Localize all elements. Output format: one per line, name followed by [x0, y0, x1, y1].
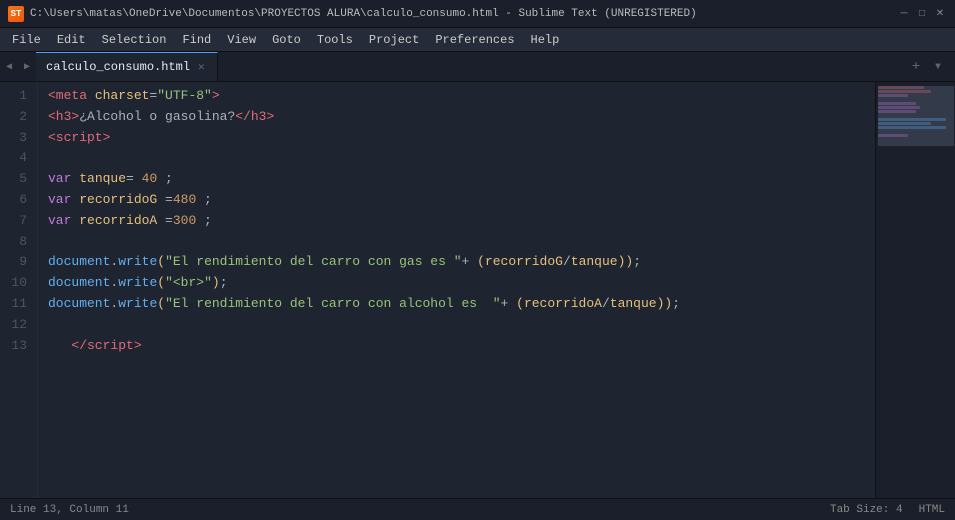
- window-controls: ─ □ ✕: [897, 7, 947, 21]
- code-line-8: [48, 232, 865, 253]
- menu-tools[interactable]: Tools: [309, 31, 361, 49]
- line-num-5: 5: [6, 169, 27, 190]
- maximize-button[interactable]: □: [915, 7, 929, 21]
- new-tab-button[interactable]: +: [907, 58, 925, 76]
- menu-bar: File Edit Selection Find View Goto Tools…: [0, 28, 955, 52]
- line-num-10: 10: [6, 273, 27, 294]
- editor-wrapper: 1 2 3 4 5 6 7 8 9 10 11 12 13 <meta char…: [0, 82, 955, 498]
- menu-goto[interactable]: Goto: [264, 31, 309, 49]
- tab-chevron-button[interactable]: ▾: [929, 58, 947, 76]
- line-num-11: 11: [6, 294, 27, 315]
- line-num-3: 3: [6, 128, 27, 149]
- menu-preferences[interactable]: Preferences: [427, 31, 522, 49]
- status-right: Tab Size: 4 HTML: [830, 504, 945, 516]
- menu-find[interactable]: Find: [174, 31, 219, 49]
- tab-label: calculo_consumo.html: [46, 60, 190, 74]
- tab-bar: ◀ ▶ calculo_consumo.html ✕ + ▾: [0, 52, 955, 82]
- line-num-6: 6: [6, 190, 27, 211]
- line-num-13: 13: [6, 336, 27, 357]
- cursor-position: Line 13, Column 11: [10, 504, 129, 516]
- tab-new-area: + ▾: [899, 52, 955, 81]
- menu-file[interactable]: File: [4, 31, 49, 49]
- code-line-9: document.write("El rendimiento del carro…: [48, 252, 865, 273]
- minimize-button[interactable]: ─: [897, 7, 911, 21]
- status-bar: Line 13, Column 11 Tab Size: 4 HTML: [0, 498, 955, 520]
- code-line-13: </script>: [48, 336, 865, 357]
- line-num-2: 2: [6, 107, 27, 128]
- tab-arrow-left[interactable]: ◀: [0, 52, 18, 82]
- code-line-7: var recorridoA =300 ;: [48, 211, 865, 232]
- line-numbers: 1 2 3 4 5 6 7 8 9 10 11 12 13: [0, 82, 38, 498]
- menu-project[interactable]: Project: [361, 31, 427, 49]
- code-line-10: document.write("<br>");: [48, 273, 865, 294]
- line-num-12: 12: [6, 315, 27, 336]
- line-num-8: 8: [6, 232, 27, 253]
- code-line-11: document.write("El rendimiento del carro…: [48, 294, 865, 315]
- code-editor[interactable]: <meta charset="UTF-8"> <h3>¿Alcohol o ga…: [38, 82, 875, 498]
- language-mode[interactable]: HTML: [919, 504, 945, 516]
- line-num-7: 7: [6, 211, 27, 232]
- code-line-12: [48, 315, 865, 336]
- line-num-1: 1: [6, 86, 27, 107]
- menu-help[interactable]: Help: [523, 31, 568, 49]
- line-num-9: 9: [6, 252, 27, 273]
- code-line-3: <script>: [48, 128, 865, 149]
- minimap: [875, 82, 955, 498]
- line-num-4: 4: [6, 148, 27, 169]
- app-icon: ST: [8, 6, 24, 22]
- tab-scroll-arrows: ◀ ▶: [0, 52, 36, 81]
- title-text: C:\Users\matas\OneDrive\Documentos\PROYE…: [30, 8, 897, 20]
- code-line-1: <meta charset="UTF-8">: [48, 86, 865, 107]
- code-line-2: <h3>¿Alcohol o gasolina?</h3>: [48, 107, 865, 128]
- menu-edit[interactable]: Edit: [49, 31, 94, 49]
- close-button[interactable]: ✕: [933, 7, 947, 21]
- menu-view[interactable]: View: [219, 31, 264, 49]
- tab-calculo-consumo[interactable]: calculo_consumo.html ✕: [36, 52, 218, 81]
- tab-close-button[interactable]: ✕: [196, 59, 207, 75]
- code-line-5: var tanque= 40 ;: [48, 169, 865, 190]
- tab-arrow-right[interactable]: ▶: [18, 52, 36, 82]
- menu-selection[interactable]: Selection: [94, 31, 175, 49]
- tab-size[interactable]: Tab Size: 4: [830, 504, 903, 516]
- code-line-4: [48, 148, 865, 169]
- code-line-6: var recorridoG =480 ;: [48, 190, 865, 211]
- title-bar: ST C:\Users\matas\OneDrive\Documentos\PR…: [0, 0, 955, 28]
